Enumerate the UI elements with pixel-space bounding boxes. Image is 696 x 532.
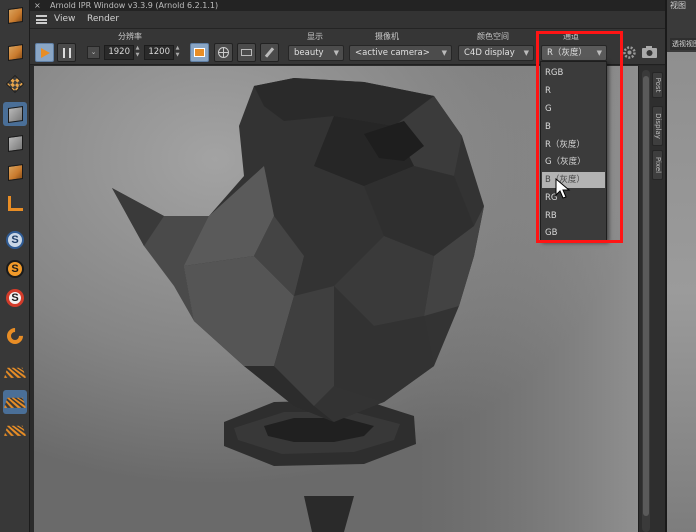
mouse-cursor-icon	[555, 178, 571, 199]
cube-icon[interactable]	[3, 131, 27, 155]
crop-icon	[241, 49, 252, 56]
colorspace-value: C4D display	[464, 48, 515, 58]
title-bar: × Arnold IPR Window v3.3.9 (Arnold 6.2.1…	[30, 0, 665, 11]
hamburger-menu-icon[interactable]	[36, 15, 47, 24]
spline-s-icon[interactable]: S	[3, 228, 27, 252]
play-button[interactable]	[35, 43, 54, 62]
crop-button[interactable]	[237, 43, 256, 62]
annotation-highlight-box	[536, 31, 623, 243]
tab-display[interactable]: Display	[652, 106, 663, 146]
brush-button[interactable]	[260, 43, 279, 62]
magnet-icon[interactable]	[3, 324, 27, 348]
c4d-viewport-image[interactable]	[667, 52, 696, 532]
camera-icon[interactable]	[640, 43, 659, 62]
width-stepper[interactable]: ▲ ▼	[134, 45, 141, 60]
tab-post[interactable]: Post	[652, 72, 663, 98]
resolution-width-field[interactable]: 1920	[104, 45, 134, 60]
cube-icon[interactable]	[3, 160, 27, 184]
camera-value: <active camera>	[355, 48, 430, 58]
angle-icon[interactable]	[3, 191, 27, 215]
cube-icon[interactable]	[3, 3, 27, 27]
cube-icon[interactable]	[3, 102, 27, 126]
brush-icon	[264, 47, 275, 58]
pause-icon	[62, 47, 71, 58]
render-region-button[interactable]	[190, 43, 209, 62]
viewport-name-label: 透视视图	[670, 38, 696, 50]
pause-button[interactable]	[57, 43, 76, 62]
spline-s-icon[interactable]: S	[3, 286, 27, 310]
chevron-down-icon: ▼	[441, 49, 447, 57]
resolution-preset-button[interactable]: ⌄	[87, 46, 100, 59]
close-icon[interactable]: ×	[34, 0, 41, 11]
checker-icon[interactable]	[3, 72, 27, 96]
display-label: 显示	[307, 32, 323, 41]
render-region-icon	[194, 48, 205, 57]
resolution-label: 分辨率	[118, 32, 142, 41]
chevron-down-icon: ▼	[523, 49, 529, 57]
cube-icon[interactable]	[3, 40, 27, 64]
c4d-viewport-panel: 视图 透视视图	[665, 0, 696, 532]
menu-view[interactable]: View	[54, 14, 75, 24]
left-toolbar: S S S	[0, 0, 30, 532]
grid-icon[interactable]	[3, 390, 27, 414]
globe-button[interactable]	[214, 43, 233, 62]
spline-s-icon[interactable]: S	[3, 257, 27, 281]
viewport-menu-label[interactable]: 视图	[670, 0, 686, 11]
tab-pixel[interactable]: Pixel	[652, 150, 663, 180]
window-title: Arnold IPR Window v3.3.9 (Arnold 6.2.1.1…	[50, 1, 219, 10]
display-value: beauty	[294, 48, 324, 58]
globe-icon	[218, 47, 229, 58]
height-stepper[interactable]: ▲ ▼	[174, 45, 181, 60]
chevron-down-icon: ▼	[333, 49, 339, 57]
camera-dropdown[interactable]: <active camera> ▼	[349, 45, 452, 61]
menu-bar: View Render	[30, 11, 665, 29]
side-panel: Post Display Pixel	[638, 66, 665, 532]
colorspace-dropdown[interactable]: C4D display ▼	[458, 45, 534, 61]
grid-icon[interactable]	[3, 418, 27, 442]
play-icon	[41, 47, 50, 58]
camera-label: 摄像机	[375, 32, 399, 41]
menu-render[interactable]: Render	[87, 14, 119, 24]
resolution-height-field[interactable]: 1200	[144, 45, 174, 60]
colorspace-label: 颜色空间	[477, 32, 509, 41]
grid-icon[interactable]	[3, 360, 27, 384]
scrollbar-thumb[interactable]	[643, 76, 649, 516]
display-dropdown[interactable]: beauty ▼	[288, 45, 344, 61]
